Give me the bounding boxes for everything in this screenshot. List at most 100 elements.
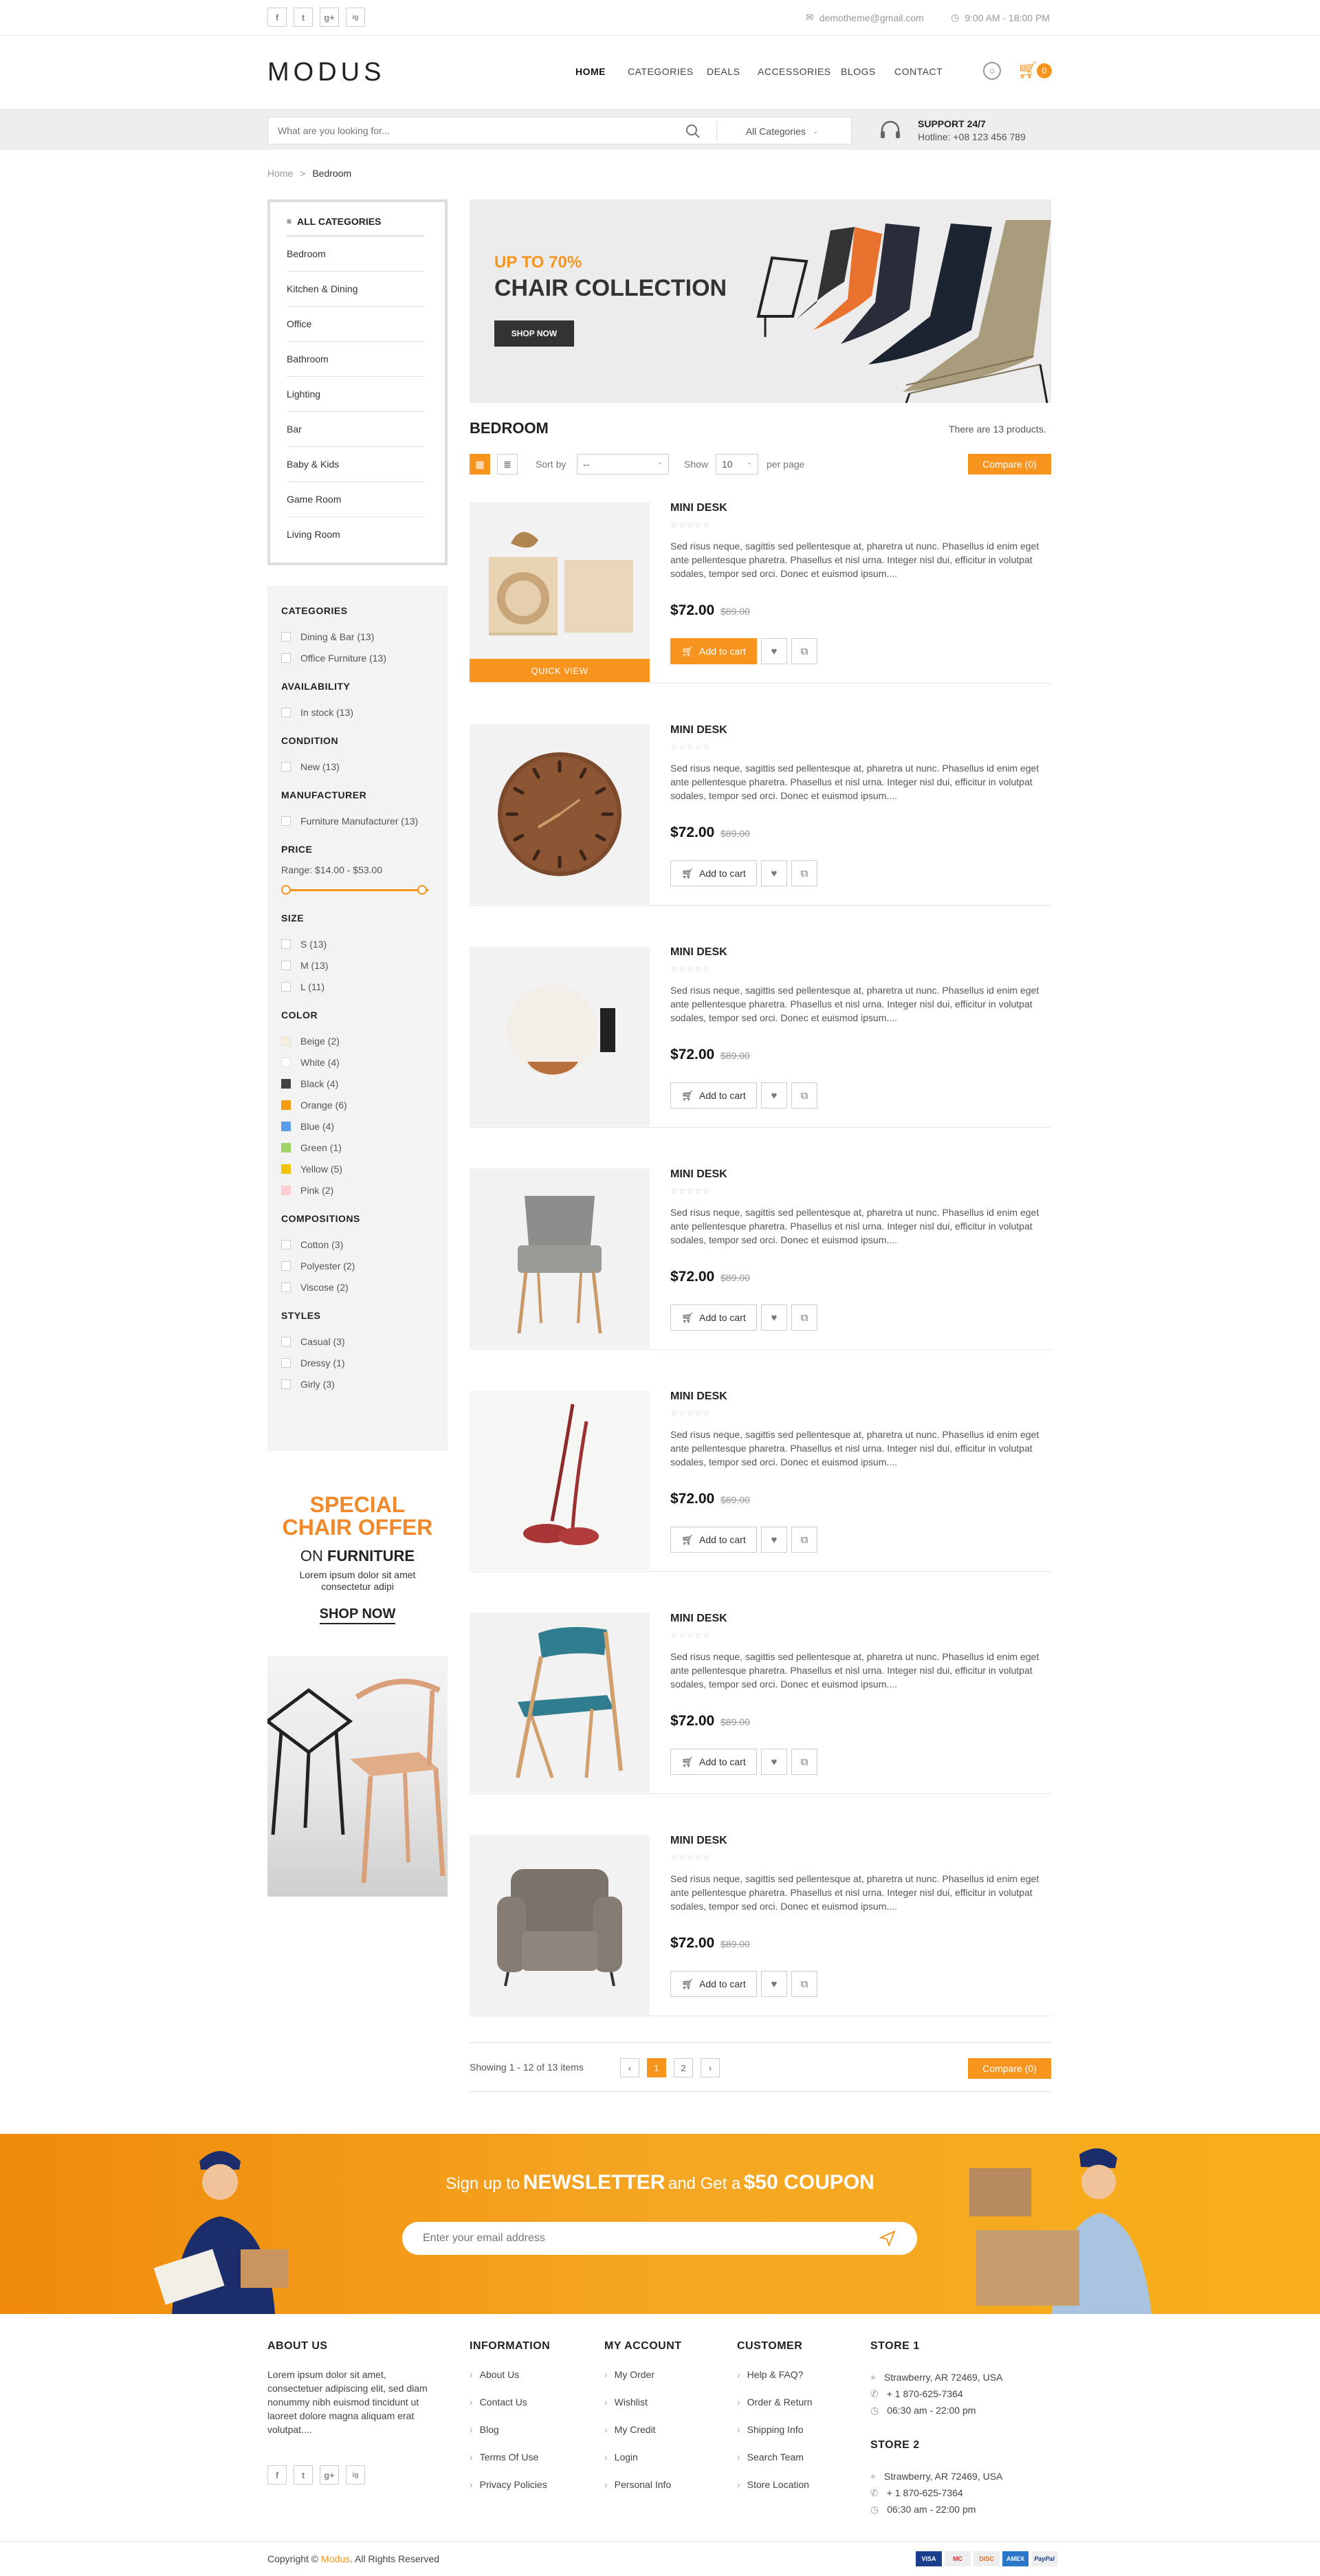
product-image-wall-lamp[interactable] — [470, 946, 650, 1126]
checkbox[interactable] — [281, 1336, 291, 1346]
footer-link[interactable]: Store Location — [737, 2479, 809, 2490]
cart-icon[interactable]: 🛒︎ — [1018, 61, 1038, 80]
color-swatch[interactable] — [281, 1078, 291, 1089]
banner-shop-now-button[interactable]: SHOP NOW — [494, 320, 574, 347]
top-email[interactable]: ✉ demotheme@gmail.com — [806, 12, 924, 23]
slider-handle-max[interactable] — [417, 885, 427, 895]
send-icon[interactable] — [879, 2230, 896, 2247]
page-2-button[interactable]: 2 — [674, 2058, 693, 2077]
product-image-wood-blocks[interactable]: QUICK VIEW — [470, 502, 650, 682]
footer-link[interactable]: Wishlist — [604, 2397, 648, 2408]
checkbox[interactable] — [281, 981, 291, 992]
product-image-red-ladles[interactable] — [470, 1390, 650, 1571]
slider-handle-min[interactable] — [281, 885, 291, 895]
store-phone[interactable]: + 1 870-625-7364 — [887, 2487, 963, 2498]
footer-link[interactable]: Personal Info — [604, 2479, 672, 2490]
color-option[interactable]: White (4) — [281, 1051, 434, 1073]
compare-icon[interactable]: ⧉ — [791, 1082, 817, 1109]
product-name[interactable]: MINI DESK — [670, 1835, 727, 1847]
checkbox[interactable] — [281, 1239, 291, 1249]
compare-icon[interactable]: ⧉ — [791, 1305, 817, 1331]
quick-view-button[interactable]: QUICK VIEW — [470, 659, 650, 682]
wishlist-heart-icon[interactable]: ♥ — [761, 1749, 787, 1775]
filter-option[interactable]: Girly (3) — [281, 1373, 434, 1395]
wishlist-heart-icon[interactable]: ♥ — [761, 638, 787, 664]
footer-link[interactable]: Blog — [470, 2424, 499, 2435]
google-plus-icon[interactable]: g+ — [320, 2465, 339, 2485]
nav-deals[interactable]: DEALS — [707, 66, 740, 77]
show-select[interactable]: 10 ⌄ — [716, 454, 758, 474]
sidebar-item-kitchen[interactable]: Kitchen & Dining — [287, 272, 424, 307]
wishlist-heart-icon[interactable]: ♥ — [761, 1082, 787, 1109]
sidebar-item-office[interactable]: Office — [287, 307, 424, 342]
filter-option[interactable]: Casual (3) — [281, 1331, 434, 1352]
add-to-cart-button[interactable]: 🛒︎ Add to cart — [670, 638, 757, 664]
filter-option[interactable]: Dressy (1) — [281, 1352, 434, 1373]
twitter-icon[interactable]: t — [294, 8, 313, 27]
color-option[interactable]: Green (1) — [281, 1137, 434, 1158]
search-icon[interactable] — [685, 123, 701, 140]
product-image-armchair[interactable] — [470, 1835, 650, 2015]
nav-blogs[interactable]: BLOGS — [841, 66, 876, 77]
color-swatch[interactable] — [281, 1036, 291, 1046]
color-option[interactable]: Beige (2) — [281, 1030, 434, 1051]
product-name[interactable]: MINI DESK — [670, 724, 727, 736]
facebook-icon[interactable]: f — [267, 8, 287, 27]
sidebar-item-living-room[interactable]: Living Room — [287, 517, 424, 552]
filter-option[interactable]: L (11) — [281, 976, 434, 997]
add-to-cart-button[interactable]: 🛒︎ Add to cart — [670, 1082, 757, 1109]
filter-option[interactable]: Polyester (2) — [281, 1255, 434, 1276]
footer-link[interactable]: My Order — [604, 2369, 654, 2380]
color-swatch[interactable] — [281, 1142, 291, 1153]
color-swatch[interactable] — [281, 1164, 291, 1174]
hero-banner[interactable]: UP TO 70% CHAIR COLLECTION SHOP NOW — [470, 199, 1051, 403]
color-swatch[interactable] — [281, 1121, 291, 1131]
wishlist-heart-icon[interactable]: ♥ — [761, 860, 787, 886]
sidebar-item-lighting[interactable]: Lighting — [287, 377, 424, 412]
search-input[interactable] — [278, 118, 663, 144]
color-swatch[interactable] — [281, 1057, 291, 1067]
checkbox[interactable] — [281, 939, 291, 949]
sort-select[interactable]: -- ⌄ — [577, 454, 669, 474]
grid-view-icon[interactable]: ▦ — [470, 454, 490, 474]
nav-accessories[interactable]: ACCESSORIES — [758, 66, 831, 77]
nav-categories[interactable]: CATEGORIES — [628, 66, 694, 77]
footer-link[interactable]: Search Team — [737, 2452, 804, 2463]
page-1-button[interactable]: 1 — [647, 2058, 666, 2077]
color-option[interactable]: Orange (6) — [281, 1094, 434, 1115]
nav-contact[interactable]: CONTACT — [894, 66, 943, 77]
footer-link[interactable]: Login — [604, 2452, 638, 2463]
compare-icon[interactable]: ⧉ — [791, 860, 817, 886]
color-swatch[interactable] — [281, 1185, 291, 1195]
filter-option[interactable]: In stock (13) — [281, 701, 434, 723]
checkbox[interactable] — [281, 761, 291, 772]
color-option[interactable]: Yellow (5) — [281, 1158, 434, 1179]
footer-link[interactable]: My Credit — [604, 2424, 656, 2435]
compare-button[interactable]: Compare (0) — [968, 454, 1051, 474]
sidebar-item-game-room[interactable]: Game Room — [287, 482, 424, 517]
product-name[interactable]: MINI DESK — [670, 946, 727, 959]
footer-link[interactable]: Privacy Policies — [470, 2479, 547, 2490]
product-name[interactable]: MINI DESK — [670, 1390, 727, 1403]
promo-banner[interactable]: SPECIAL CHAIR OFFER ON FURNITURE Lorem i… — [267, 1472, 448, 1897]
breadcrumb-home[interactable]: Home — [267, 168, 293, 179]
google-plus-icon[interactable]: g+ — [320, 8, 339, 27]
checkbox[interactable] — [281, 1282, 291, 1292]
add-to-cart-button[interactable]: 🛒︎ Add to cart — [670, 860, 757, 886]
add-to-cart-button[interactable]: 🛒︎ Add to cart — [670, 1305, 757, 1331]
promo-shop-now-link[interactable]: SHOP NOW — [319, 1606, 396, 1624]
sidebar-item-bar[interactable]: Bar — [287, 412, 424, 447]
product-image-wall-clock[interactable] — [470, 724, 650, 904]
sidebar-item-baby-kids[interactable]: Baby & Kids — [287, 447, 424, 482]
checkbox[interactable] — [281, 816, 291, 826]
compare-icon[interactable]: ⧉ — [791, 638, 817, 664]
wishlist-heart-icon[interactable]: ♥ — [761, 1971, 787, 1997]
wishlist-heart-icon[interactable]: ♥ — [761, 1305, 787, 1331]
twitter-icon[interactable]: t — [294, 2465, 313, 2485]
compare-button-bottom[interactable]: Compare (0) — [968, 2058, 1051, 2079]
filter-option[interactable]: S (13) — [281, 933, 434, 954]
filter-option[interactable]: Dining & Bar (13) — [281, 626, 434, 647]
checkbox[interactable] — [281, 1379, 291, 1389]
add-to-cart-button[interactable]: 🛒︎ Add to cart — [670, 1749, 757, 1775]
nav-home[interactable]: HOME — [575, 66, 606, 77]
